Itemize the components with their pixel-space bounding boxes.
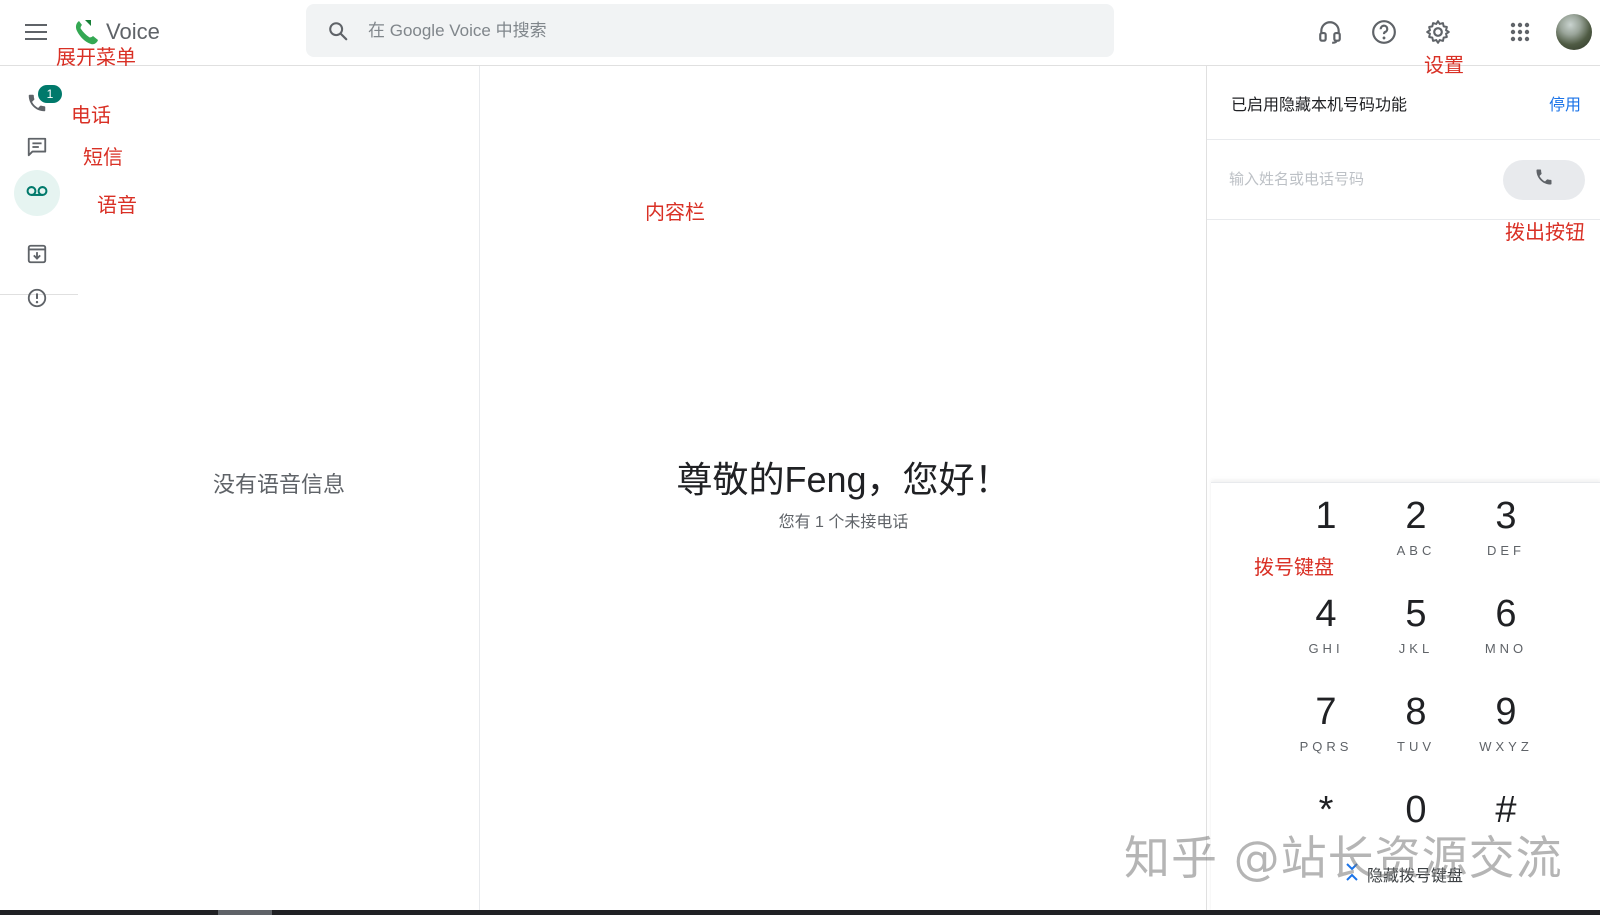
key-digit: 8 <box>1405 691 1427 733</box>
phone-number-input[interactable] <box>1229 171 1503 188</box>
caller-id-row: 已启用隐藏本机号码功能 停用 <box>1207 66 1600 140</box>
call-button[interactable] <box>1503 159 1585 200</box>
annotation-voicemail: 语音 <box>97 193 137 217</box>
key-digit: 2 <box>1405 495 1427 537</box>
key-digit: 5 <box>1405 593 1427 635</box>
apps-icon[interactable] <box>1504 16 1536 48</box>
key-letters: JKL <box>1398 641 1434 656</box>
key-4[interactable]: 4 GHI <box>1281 581 1371 667</box>
help-icon[interactable] <box>1368 16 1400 48</box>
empty-state-text: 没有语音信息 <box>212 472 345 497</box>
key-digit: 7 <box>1315 691 1337 733</box>
nav-rail: 1 <box>0 66 78 915</box>
key-6[interactable]: 6 MNO <box>1461 581 1551 667</box>
annotation-settings: 设置 <box>1424 53 1464 77</box>
calls-badge: 1 <box>38 85 62 103</box>
annotation-menu: 展开菜单 <box>56 45 136 69</box>
key-8[interactable]: 8 TUV <box>1371 679 1461 765</box>
top-app-bar: Voice <box>0 0 1600 66</box>
key-letters: MNO <box>1484 641 1528 656</box>
nav-archive[interactable] <box>14 233 60 279</box>
key-7[interactable]: 7 PQRS <box>1281 679 1371 765</box>
key-digit: 9 <box>1495 691 1517 733</box>
annotation-messages: 短信 <box>83 145 123 169</box>
avatar[interactable] <box>1556 14 1592 50</box>
key-digit: 6 <box>1495 593 1517 635</box>
headset-icon[interactable] <box>1314 16 1346 48</box>
phone-icon <box>1534 167 1554 192</box>
greeting-title: 尊敬的Feng，您好！ <box>676 459 1011 500</box>
search-icon[interactable] <box>326 19 350 43</box>
nav-messages[interactable] <box>14 126 60 172</box>
gear-icon[interactable] <box>1422 16 1454 48</box>
key-3[interactable]: 3 DEF <box>1461 483 1551 569</box>
missed-calls-text: 您有 1 个未接电话 <box>778 514 909 531</box>
nav-spam[interactable] <box>14 277 60 323</box>
key-letters: WXYZ <box>1479 739 1533 754</box>
key-digit: 1 <box>1315 495 1337 537</box>
key-letters: GHI <box>1308 641 1344 656</box>
key-letters: DEF <box>1487 543 1525 558</box>
annotation-call-button: 拨出按钮 <box>1505 220 1585 244</box>
voicemail-list-panel: 没有语音信息 <box>78 66 480 915</box>
voicemail-icon <box>26 184 48 203</box>
annotation-content: 内容栏 <box>645 200 705 224</box>
spam-icon <box>26 287 48 314</box>
key-digit: 4 <box>1315 593 1337 635</box>
message-icon <box>26 136 48 163</box>
dialer-panel: 已启用隐藏本机号码功能 停用 1 2 ABC 3 DEF 4 GHI 5 JKL 6 MN… <box>1206 66 1600 915</box>
key-letters: TUV <box>1397 739 1435 754</box>
menu-icon[interactable] <box>22 18 50 46</box>
search-bar[interactable] <box>306 4 1114 57</box>
caller-id-status: 已启用隐藏本机号码功能 <box>1231 96 1408 114</box>
content-pane: 尊敬的Feng，您好！ 您有 1 个未接电话 <box>481 66 1206 915</box>
search-input[interactable] <box>368 20 1068 41</box>
annotation-calls: 电话 <box>71 103 111 127</box>
key-9[interactable]: 9 WXYZ <box>1461 679 1551 765</box>
disable-caller-id-link[interactable]: 停用 <box>1549 91 1581 115</box>
number-entry-row <box>1207 140 1600 220</box>
key-2[interactable]: 2 ABC <box>1371 483 1461 569</box>
annotation-keypad: 拨号键盘 <box>1254 555 1334 579</box>
key-letters: ABC <box>1396 543 1436 558</box>
key-5[interactable]: 5 JKL <box>1371 581 1461 667</box>
key-digit: 3 <box>1495 495 1517 537</box>
scrollbar-thumb[interactable] <box>218 910 272 915</box>
archive-icon <box>26 243 48 270</box>
watermark: 知乎 @站长资源交流 <box>1124 831 1563 885</box>
key-letters: PQRS <box>1299 739 1353 754</box>
nav-voicemail[interactable] <box>14 170 60 216</box>
